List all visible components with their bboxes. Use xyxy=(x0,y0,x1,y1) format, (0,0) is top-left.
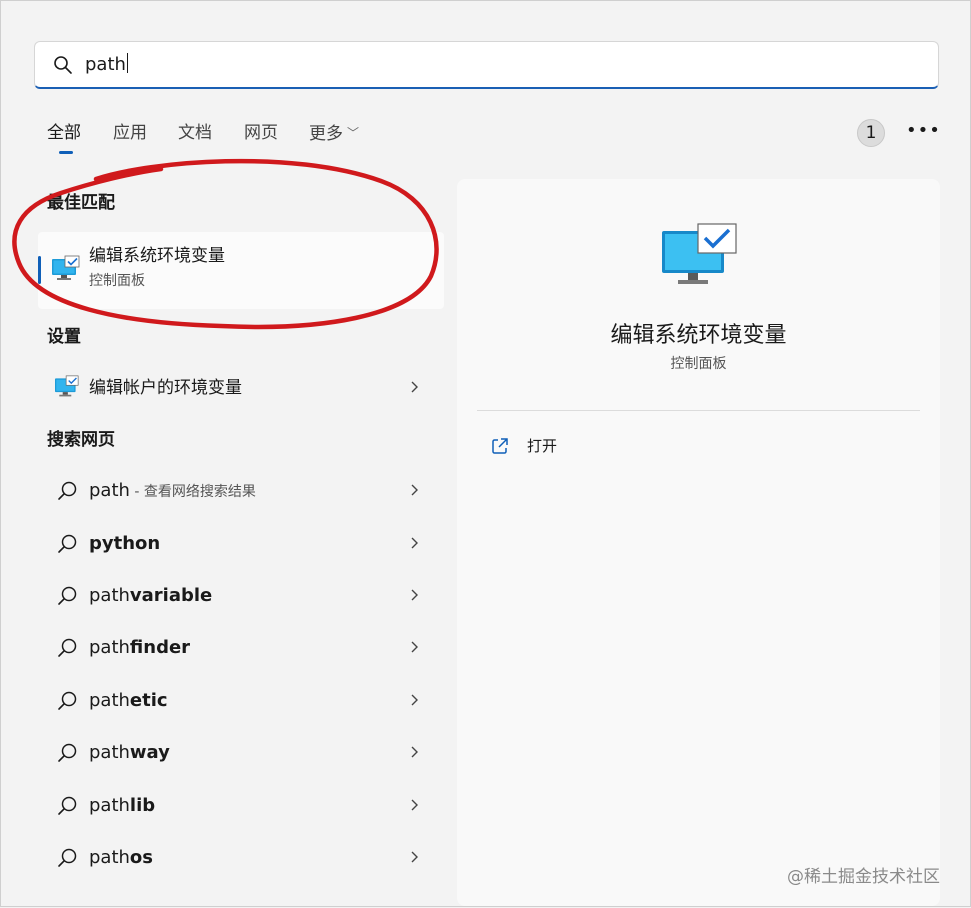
query-prefix: path xyxy=(89,690,130,711)
web-result-text: pathvariable xyxy=(89,583,212,609)
query-suffix: finder xyxy=(129,637,191,658)
search-icon xyxy=(58,534,77,553)
best-match-subtitle: 控制面板 xyxy=(89,273,145,289)
tab-apps[interactable]: 应用 xyxy=(113,120,147,146)
search-icon xyxy=(58,586,77,605)
best-match-title: 编辑系统环境变量 xyxy=(89,246,225,266)
section-settings: 设置 xyxy=(47,327,81,347)
control-panel-monitor-icon xyxy=(52,255,80,280)
query-suffix: variable xyxy=(129,585,213,606)
query-prefix: path xyxy=(89,795,130,816)
query-prefix: path xyxy=(89,742,130,763)
web-result-hint: - 查看网络搜索结果 xyxy=(129,484,256,500)
query-prefix: path xyxy=(89,847,130,868)
query-prefix: path xyxy=(89,480,130,501)
tab-all[interactable]: 全部 xyxy=(47,120,81,146)
query-suffix: etic xyxy=(129,690,168,711)
search-icon xyxy=(58,743,77,762)
chevron-right-icon xyxy=(411,381,418,393)
tab-web[interactable]: 网页 xyxy=(244,120,278,146)
search-icon xyxy=(58,481,77,500)
detail-pane: 编辑系统环境变量 控制面板 打开 xyxy=(457,179,940,906)
control-panel-monitor-icon xyxy=(55,375,79,397)
search-value: path xyxy=(85,53,128,75)
open-action-label: 打开 xyxy=(527,437,558,455)
web-result-row[interactable]: path - 查看网络搜索结果 xyxy=(41,468,431,514)
chevron-right-icon xyxy=(411,694,418,706)
search-icon xyxy=(58,796,77,815)
tab-more[interactable]: 更多 ﹀ xyxy=(309,120,359,147)
tab-documents[interactable]: 文档 xyxy=(178,120,212,146)
active-tab-indicator xyxy=(59,151,73,154)
settings-item-label: 编辑帐户的环境变量 xyxy=(89,378,242,398)
chevron-down-icon: ﹀ xyxy=(347,126,360,140)
chevron-right-icon xyxy=(411,746,418,758)
chevron-right-icon xyxy=(411,799,418,811)
search-window: path 全部 应用 文档 网页 更多 ﹀ 1 ••• 最佳匹配 编辑系统环境变量… xyxy=(0,0,971,907)
web-result-row[interactable]: pathlib xyxy=(41,783,431,829)
selection-accent xyxy=(38,256,41,284)
more-options-icon[interactable]: ••• xyxy=(906,121,940,143)
web-result-row[interactable]: pathetic xyxy=(41,678,431,724)
query-prefix: path xyxy=(89,585,130,606)
web-result-text: pathos xyxy=(89,845,153,871)
web-result-row[interactable]: pathos xyxy=(41,835,431,881)
chevron-right-icon xyxy=(411,589,418,601)
tab-more-label: 更多 xyxy=(309,124,343,144)
search-icon xyxy=(58,848,77,867)
query-suffix: os xyxy=(129,847,154,868)
query-suffix: python xyxy=(89,533,161,554)
chevron-right-icon xyxy=(411,484,418,496)
chevron-right-icon xyxy=(411,851,418,863)
search-input[interactable]: path xyxy=(34,41,939,89)
section-web-search: 搜索网页 xyxy=(47,430,115,450)
settings-item-user-env-vars[interactable]: 编辑帐户的环境变量 xyxy=(41,365,431,411)
web-result-row[interactable]: pathvariable xyxy=(41,573,431,619)
chevron-right-icon xyxy=(411,641,418,653)
section-best-match: 最佳匹配 xyxy=(47,193,115,213)
query-prefix: path xyxy=(89,637,130,658)
best-match-item[interactable]: 编辑系统环境变量 控制面板 xyxy=(38,232,444,309)
detail-subtitle: 控制面板 xyxy=(670,356,727,372)
web-result-row[interactable]: python xyxy=(41,521,431,567)
search-icon xyxy=(54,56,72,74)
search-icon xyxy=(58,638,77,657)
search-icon xyxy=(58,691,77,710)
control-panel-monitor-icon xyxy=(662,223,737,284)
web-result-row[interactable]: pathway xyxy=(41,730,431,776)
open-external-icon xyxy=(492,438,508,454)
web-result-text: python xyxy=(89,531,160,557)
rewards-badge[interactable]: 1 xyxy=(857,119,885,147)
web-result-row[interactable]: pathfinder xyxy=(41,625,431,671)
web-result-text: pathfinder xyxy=(89,635,190,661)
chevron-right-icon xyxy=(411,537,418,549)
detail-title: 编辑系统环境变量 xyxy=(610,323,787,348)
query-suffix: lib xyxy=(129,795,156,816)
web-result-text: pathetic xyxy=(89,688,168,714)
web-result-text: pathlib xyxy=(89,793,155,819)
watermark: @稀土掘金技术社区 xyxy=(787,867,940,887)
web-result-text: path - 查看网络搜索结果 xyxy=(89,478,256,505)
text-caret xyxy=(126,53,128,73)
query-suffix: way xyxy=(129,742,170,763)
divider xyxy=(477,410,920,411)
web-result-text: pathway xyxy=(89,740,170,766)
